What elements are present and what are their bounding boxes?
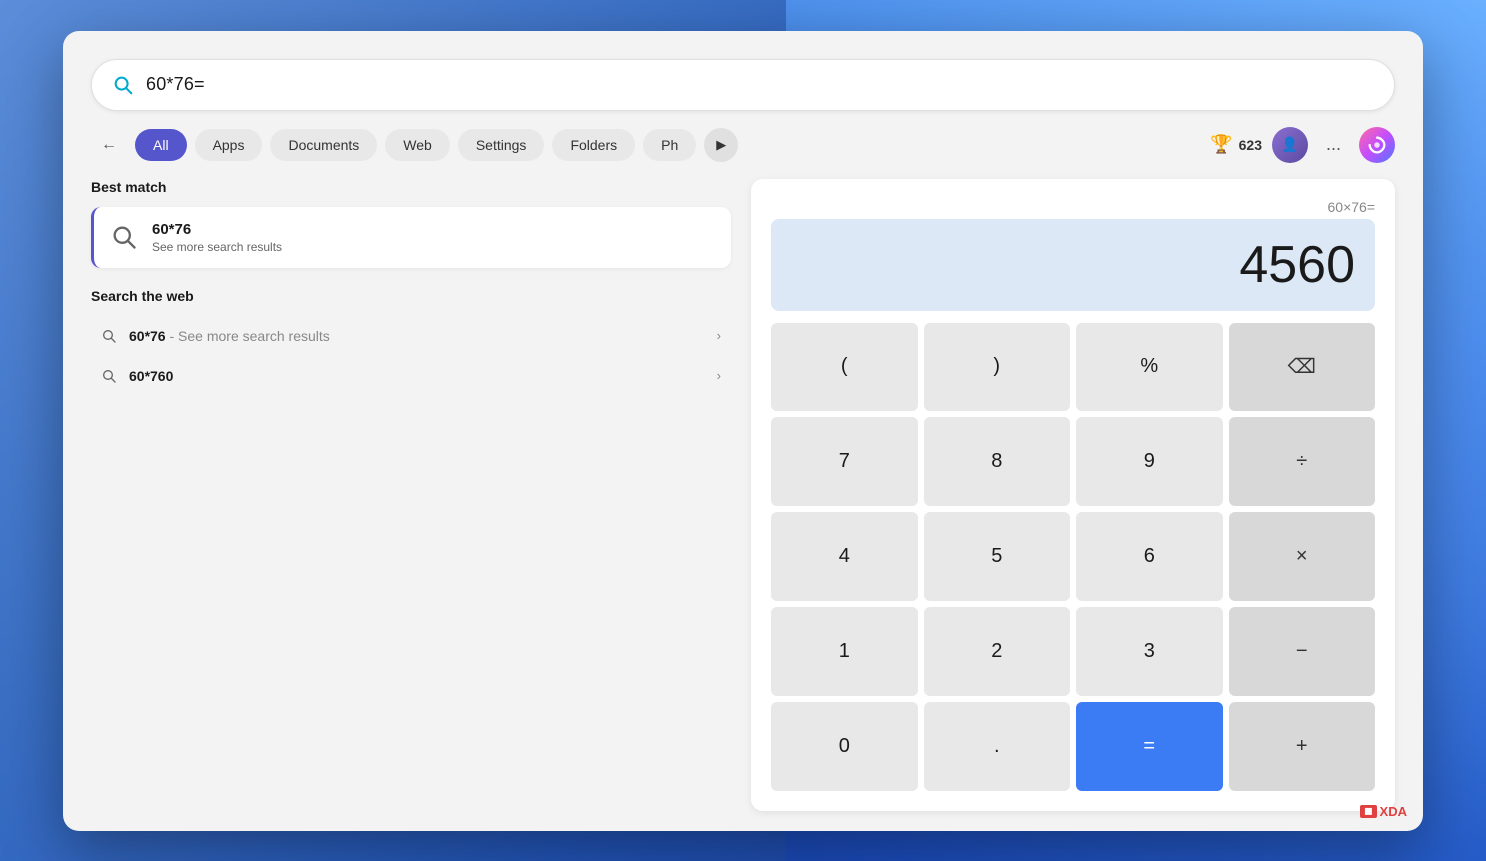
search-query: 60*76=: [146, 74, 1374, 95]
calc-btn-decimal[interactable]: .: [924, 702, 1071, 791]
filter-all[interactable]: All: [135, 129, 187, 161]
chevron-icon-1: ›: [717, 368, 721, 383]
xda-watermark: ◼ XDA: [1360, 804, 1407, 819]
calc-btn-8[interactable]: 8: [924, 417, 1071, 506]
calc-btn-1[interactable]: 1: [771, 607, 918, 696]
calc-btn-2[interactable]: 2: [924, 607, 1071, 696]
web-item-label-1: 60*760: [129, 368, 705, 384]
back-button[interactable]: ←: [91, 127, 127, 163]
calculator-panel: 60×76= 4560 ( ) % ⌫ 7 8 9 ÷ 4 5 6 × 1: [751, 179, 1395, 811]
calc-btn-4[interactable]: 4: [771, 512, 918, 601]
web-search-item-0[interactable]: 60*76 - See more search results ›: [91, 316, 731, 356]
filter-apps[interactable]: Apps: [195, 129, 263, 161]
best-match-card[interactable]: 60*76 See more search results: [91, 207, 731, 268]
filter-documents[interactable]: Documents: [270, 129, 377, 161]
filter-bar: ← All Apps Documents Web Settings Folder…: [91, 127, 1395, 163]
best-match-label: 60*76: [152, 221, 282, 238]
search-bar[interactable]: 60*76=: [91, 59, 1395, 111]
user-avatar[interactable]: 👤: [1272, 127, 1308, 163]
calc-btn-3[interactable]: 3: [1076, 607, 1223, 696]
web-item-search-icon-1: [101, 368, 117, 384]
calc-btn-backspace[interactable]: ⌫: [1229, 323, 1376, 412]
filter-more-button[interactable]: ▶: [704, 128, 738, 162]
best-match-search-icon: [110, 223, 138, 251]
calc-btn-open-paren[interactable]: (: [771, 323, 918, 412]
filter-folders[interactable]: Folders: [552, 129, 635, 161]
best-match-sublabel: See more search results: [152, 240, 282, 254]
filter-web[interactable]: Web: [385, 129, 450, 161]
chevron-icon-0: ›: [717, 328, 721, 343]
calc-btn-equals[interactable]: =: [1076, 702, 1223, 791]
calc-btn-5[interactable]: 5: [924, 512, 1071, 601]
calc-btn-subtract[interactable]: −: [1229, 607, 1376, 696]
calc-btn-percent[interactable]: %: [1076, 323, 1223, 412]
calc-btn-6[interactable]: 6: [1076, 512, 1223, 601]
filter-ph[interactable]: Ph: [643, 129, 696, 161]
web-search-item-1[interactable]: 60*760 ›: [91, 356, 731, 396]
web-item-search-icon-0: [101, 328, 117, 344]
calc-btn-9[interactable]: 9: [1076, 417, 1223, 506]
calc-btn-0[interactable]: 0: [771, 702, 918, 791]
calc-expression: 60×76=: [771, 199, 1375, 215]
calc-grid: ( ) % ⌫ 7 8 9 ÷ 4 5 6 × 1 2 3 −: [771, 323, 1375, 791]
copilot-button[interactable]: [1359, 127, 1395, 163]
points-badge: 🏆 623: [1210, 134, 1262, 155]
best-match-title: Best match: [91, 179, 731, 195]
web-item-label-0: 60*76 - See more search results: [129, 328, 705, 344]
calc-btn-add[interactable]: +: [1229, 702, 1376, 791]
calc-btn-divide[interactable]: ÷: [1229, 417, 1376, 506]
calc-btn-close-paren[interactable]: ): [924, 323, 1071, 412]
trophy-icon: 🏆: [1210, 134, 1232, 155]
calc-result: 4560: [771, 219, 1375, 311]
main-content: Best match 60*76 See more search results…: [91, 179, 1395, 811]
filter-bar-right: 🏆 623 👤 ...: [1210, 127, 1395, 163]
points-value: 623: [1239, 137, 1262, 153]
calc-btn-multiply[interactable]: ×: [1229, 512, 1376, 601]
filter-settings[interactable]: Settings: [458, 129, 545, 161]
search-window: 60*76= ← All Apps Documents Web Settings…: [63, 31, 1423, 831]
search-icon: [112, 74, 134, 96]
best-match-text: 60*76 See more search results: [152, 221, 282, 254]
left-panel: Best match 60*76 See more search results…: [91, 179, 731, 811]
web-search-title: Search the web: [91, 288, 731, 304]
calc-btn-7[interactable]: 7: [771, 417, 918, 506]
more-options-button[interactable]: ...: [1318, 130, 1349, 159]
